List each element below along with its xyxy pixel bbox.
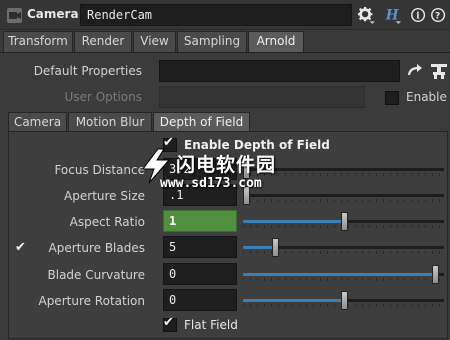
slider-handle[interactable]: [272, 238, 280, 257]
camera-node-icon: [7, 8, 22, 23]
aperture-size-label: Aperture Size: [64, 189, 145, 203]
watermark-url: www.sd173.com: [160, 176, 262, 191]
aperture-blades-slider[interactable]: [243, 237, 444, 257]
aperture-blades-field[interactable]: 5: [163, 236, 237, 258]
gear-icon[interactable]: [357, 5, 375, 25]
slider-fill: [243, 273, 438, 276]
svg-text:i: i: [416, 12, 420, 22]
node-name-field[interactable]: RenderCam: [80, 4, 352, 26]
subtab-depth-of-field[interactable]: Depth of Field: [153, 112, 250, 132]
checkmark-icon: ✔: [163, 315, 174, 330]
blade-curvature-label: Blade Curvature: [47, 268, 145, 282]
aperture-rotation-slider[interactable]: [243, 290, 444, 310]
slider-fill: [243, 299, 344, 302]
user-options-field[interactable]: [159, 86, 365, 108]
info-icon[interactable]: i: [410, 5, 428, 25]
tab-transform[interactable]: Transform: [3, 31, 73, 52]
node-type-label: Camera: [27, 7, 79, 21]
slider-handle[interactable]: [340, 212, 348, 231]
svg-text:?: ?: [435, 12, 440, 22]
slider-handle[interactable]: [340, 291, 348, 310]
enable-user-options-checkbox[interactable]: [385, 91, 399, 105]
user-options-label: User Options: [64, 90, 142, 104]
aperture-rotation-field[interactable]: 0: [163, 289, 237, 311]
aperture-blades-label: Aperture Blades: [48, 241, 146, 255]
node-chooser-icon[interactable]: [429, 61, 449, 81]
tab-view[interactable]: View: [133, 31, 176, 52]
aspect-ratio-field[interactable]: 1: [163, 210, 237, 232]
svg-text:H: H: [385, 8, 400, 24]
aperture-size-slider[interactable]: [243, 185, 444, 205]
blade-curvature-slider[interactable]: [243, 264, 444, 284]
help-script-icon[interactable]: H: [384, 5, 402, 25]
enable-label: Enable: [406, 90, 447, 104]
tab-sampling[interactable]: Sampling: [177, 31, 247, 52]
flat-field-label: Flat Field: [184, 318, 238, 332]
jump-arrow-icon[interactable]: [406, 62, 424, 80]
help-icon[interactable]: ?: [430, 5, 448, 25]
tab-arnold[interactable]: Arnold: [248, 31, 304, 52]
aspect-ratio-label: Aspect Ratio: [69, 215, 145, 229]
aspect-ratio-slider[interactable]: [243, 211, 444, 231]
aperture-rotation-label: Aperture Rotation: [38, 294, 145, 308]
slider-handle[interactable]: [432, 265, 440, 284]
default-properties-label: Default Properties: [33, 64, 142, 78]
slider-fill: [243, 220, 344, 223]
subtab-camera[interactable]: Camera: [8, 112, 67, 132]
focus-distance-label: Focus Distance: [54, 163, 145, 177]
default-properties-field[interactable]: [159, 60, 400, 82]
subtab-motion-blur[interactable]: Motion Blur: [68, 112, 152, 132]
blade-curvature-field[interactable]: 0: [163, 263, 237, 285]
tab-render[interactable]: Render: [74, 31, 132, 52]
watermark-title: 闪电软件园: [176, 154, 277, 176]
slider-fill: [243, 246, 274, 249]
